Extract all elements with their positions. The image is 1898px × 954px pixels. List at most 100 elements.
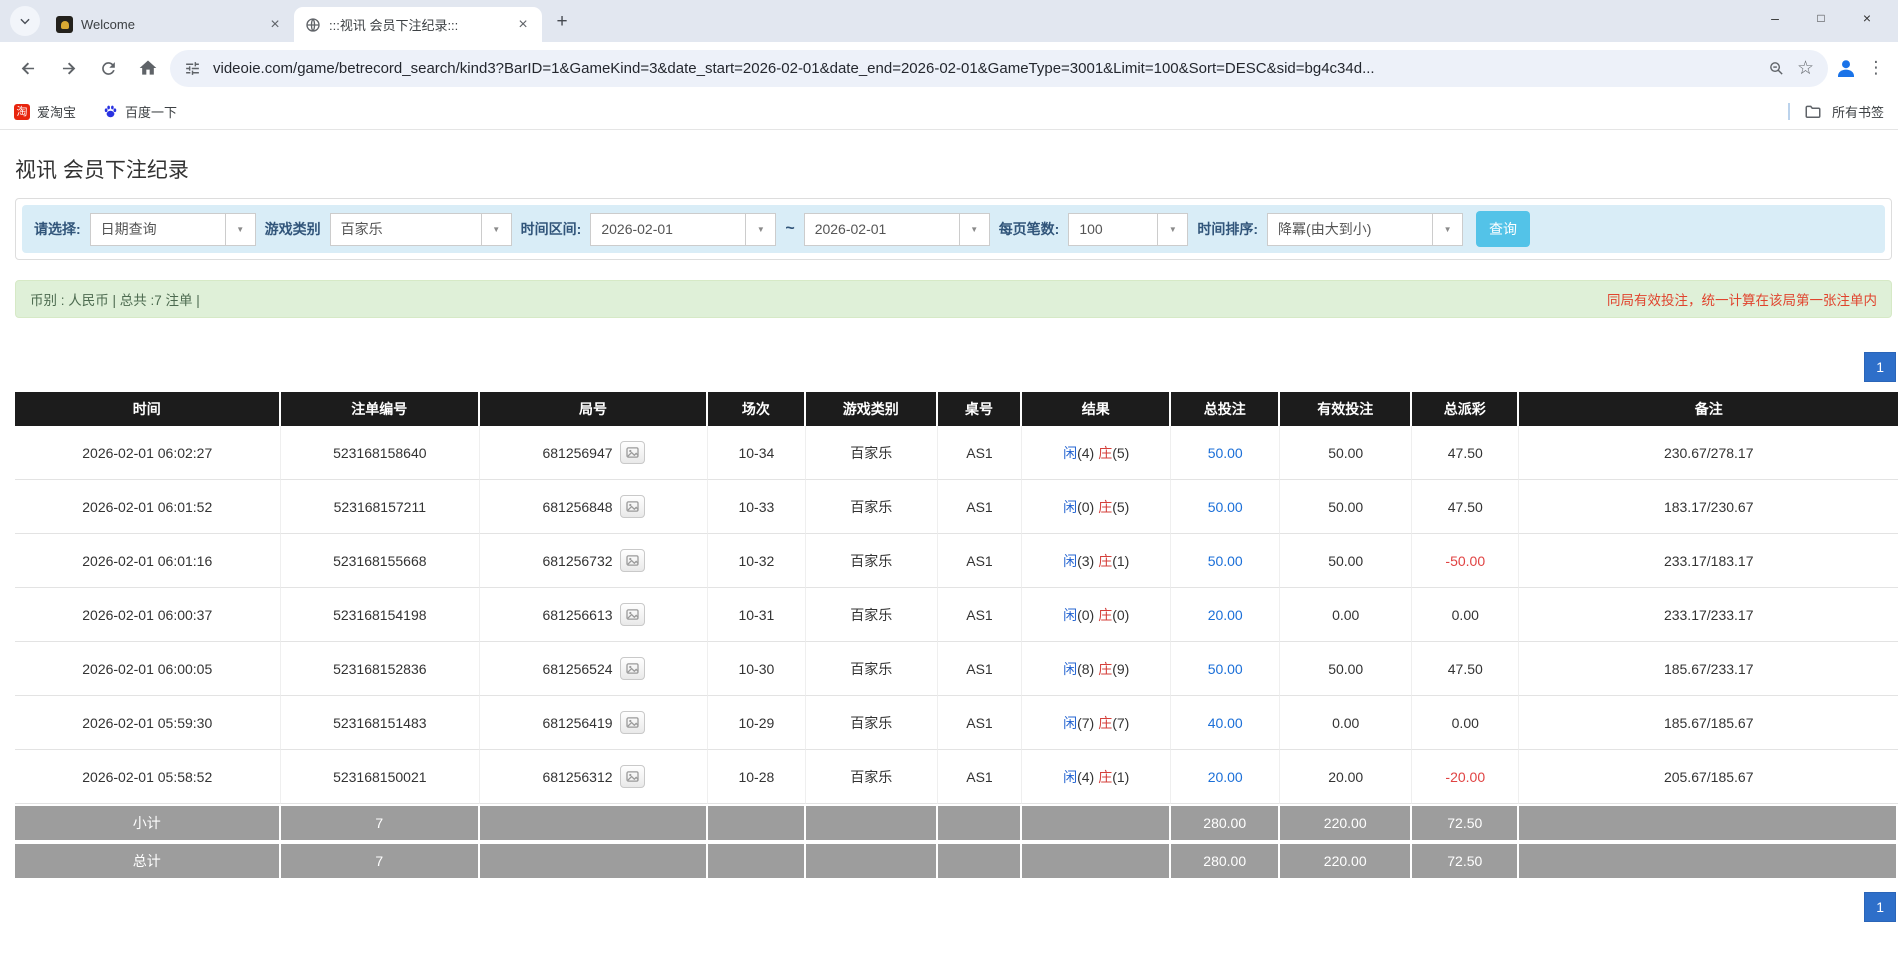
cell-total-bet: 40.00 xyxy=(1171,696,1281,750)
cell-note: 233.17/233.17 xyxy=(1519,588,1898,642)
total-bet-link[interactable]: 50.00 xyxy=(1208,445,1243,461)
chevron-down-icon xyxy=(20,18,30,25)
cell-table-no: AS1 xyxy=(937,534,1023,588)
total-total-bet: 280.00 xyxy=(1171,842,1281,880)
date-start-select[interactable]: 2026-02-01 ▼ xyxy=(590,212,777,246)
total-bet-link[interactable]: 20.00 xyxy=(1208,607,1243,623)
tab-title: :::视讯 会员下注纪录::: xyxy=(329,18,459,33)
chevron-down-icon: ▼ xyxy=(958,213,989,245)
tab-close-icon[interactable]: × xyxy=(266,16,284,34)
date-end-value: 2026-02-01 xyxy=(814,221,887,237)
minimize-button[interactable]: – xyxy=(1752,10,1798,26)
round-detail-icon[interactable] xyxy=(619,603,645,626)
subtotal-total-bet: 280.00 xyxy=(1171,804,1281,842)
bookmark-label: 爱淘宝 xyxy=(37,105,77,120)
filter-bar: 请选择: 日期查询 ▼ 游戏类别 百家乐 ▼ 时间区间: 2026-02-01 … xyxy=(22,205,1885,253)
back-arrow-icon xyxy=(21,61,34,75)
close-window-button[interactable]: × xyxy=(1844,10,1890,26)
game-kind-select[interactable]: 百家乐 ▼ xyxy=(329,212,512,246)
cell-note: 230.67/278.17 xyxy=(1519,426,1898,480)
game-kind-label: 游戏类别 xyxy=(264,221,321,237)
tab-close-icon[interactable]: × xyxy=(514,16,532,34)
cell-valid-bet: 20.00 xyxy=(1280,750,1413,804)
total-bet-link[interactable]: 40.00 xyxy=(1208,715,1243,731)
date-end-select[interactable]: 2026-02-01 ▼ xyxy=(803,212,990,246)
page-size-select[interactable]: 100 ▼ xyxy=(1068,212,1189,246)
round-number: 681256732 xyxy=(542,552,613,569)
total-bet-link[interactable]: 50.00 xyxy=(1208,661,1243,677)
cell-payout: 47.50 xyxy=(1412,480,1520,534)
page-number-button[interactable]: 1 xyxy=(1864,892,1896,922)
sort-select[interactable]: 降冪(由大到小) ▼ xyxy=(1267,212,1464,246)
baidu-paw-icon xyxy=(102,104,118,120)
chevron-down-icon: ▼ xyxy=(745,213,775,245)
cell-round: 681256312 xyxy=(480,750,708,804)
round-detail-icon[interactable] xyxy=(619,549,645,572)
tab-search-button[interactable] xyxy=(10,6,40,36)
site-settings-icon[interactable] xyxy=(184,60,201,77)
result-player: 闲 xyxy=(1063,768,1078,785)
sort-value: 降冪(由大到小) xyxy=(1278,221,1372,237)
total-bet-link[interactable]: 50.00 xyxy=(1208,499,1243,515)
round-detail-icon[interactable] xyxy=(619,765,645,788)
col-bet-id: 注单编号 xyxy=(280,392,481,426)
search-button[interactable]: 查询 xyxy=(1476,211,1531,247)
all-bookmarks-label[interactable]: 所有书签 xyxy=(1832,102,1884,121)
bookmark-star-icon[interactable]: ☆ xyxy=(1797,59,1814,78)
back-button[interactable] xyxy=(10,50,46,86)
profile-avatar[interactable] xyxy=(1832,54,1860,82)
col-session: 场次 xyxy=(707,392,806,426)
taobao-icon: 淘 xyxy=(14,103,30,120)
cell-round: 681256947 xyxy=(480,426,708,480)
reload-button[interactable] xyxy=(90,50,126,86)
new-tab-button[interactable]: + xyxy=(548,8,576,36)
zoom-icon[interactable] xyxy=(1768,60,1785,77)
total-payout: 72.50 xyxy=(1412,842,1520,880)
table-row: 2026-02-01 05:59:30 523168151483 6812564… xyxy=(15,696,1898,750)
round-detail-icon[interactable] xyxy=(619,441,645,464)
total-bet-link[interactable]: 50.00 xyxy=(1208,553,1243,569)
table-body: 2026-02-01 06:02:27 523168158640 6812569… xyxy=(15,426,1898,804)
round-number: 681256419 xyxy=(542,714,613,731)
tab-bet-record[interactable]: :::视讯 会员下注纪录::: × xyxy=(294,7,542,42)
result-player: 闲 xyxy=(1063,660,1078,677)
bookmark-aitaobao[interactable]: 淘 爱淘宝 xyxy=(14,102,76,121)
total-bet-link[interactable]: 20.00 xyxy=(1208,769,1243,785)
address-bar[interactable]: videoie.com/game/betrecord_search/kind3?… xyxy=(170,49,1828,87)
round-detail-icon[interactable] xyxy=(619,711,645,734)
cell-bet-id: 523168150021 xyxy=(280,750,481,804)
url-text[interactable]: videoie.com/game/betrecord_search/kind3?… xyxy=(213,60,1756,77)
browser-toolbar: videoie.com/game/betrecord_search/kind3?… xyxy=(0,42,1898,94)
round-detail-icon[interactable] xyxy=(619,657,645,680)
total-valid-bet: 220.00 xyxy=(1280,842,1413,880)
col-payout: 总派彩 xyxy=(1412,392,1520,426)
cell-game-type: 百家乐 xyxy=(805,426,938,480)
person-icon xyxy=(1838,60,1854,77)
col-valid-bet: 有效投注 xyxy=(1280,392,1413,426)
cell-payout: -50.00 xyxy=(1412,534,1520,588)
forward-button[interactable] xyxy=(50,50,86,86)
subtotal-label: 小计 xyxy=(15,804,281,842)
cell-result: 闲(8) 庄(9) xyxy=(1022,642,1172,696)
cell-note: 205.67/185.67 xyxy=(1519,750,1898,804)
page-number-button[interactable]: 1 xyxy=(1864,352,1896,382)
cell-game-type: 百家乐 xyxy=(805,534,938,588)
table-row: 2026-02-01 06:00:05 523168152836 6812565… xyxy=(15,642,1898,696)
maximize-button[interactable]: □ xyxy=(1798,11,1844,25)
round-detail-icon[interactable] xyxy=(619,495,645,518)
tab-welcome[interactable]: Welcome × xyxy=(46,7,294,42)
cell-bet-id: 523168155668 xyxy=(280,534,481,588)
cell-note: 233.17/183.17 xyxy=(1519,534,1898,588)
cell-valid-bet: 50.00 xyxy=(1280,480,1413,534)
cell-time: 2026-02-01 06:00:05 xyxy=(15,642,281,696)
bookmark-baidu[interactable]: 百度一下 xyxy=(102,102,177,121)
browser-menu-icon[interactable]: ⋮ xyxy=(1864,58,1888,78)
cell-bet-id: 523168154198 xyxy=(280,588,481,642)
home-button[interactable] xyxy=(130,50,166,86)
query-type-select[interactable]: 日期查询 ▼ xyxy=(89,212,256,246)
pagination-top: 1 xyxy=(0,352,1896,382)
col-total-bet: 总投注 xyxy=(1171,392,1281,426)
pagination-bottom: 1 xyxy=(0,892,1896,922)
tab-title: Welcome xyxy=(81,17,135,32)
cell-total-bet: 20.00 xyxy=(1171,588,1281,642)
